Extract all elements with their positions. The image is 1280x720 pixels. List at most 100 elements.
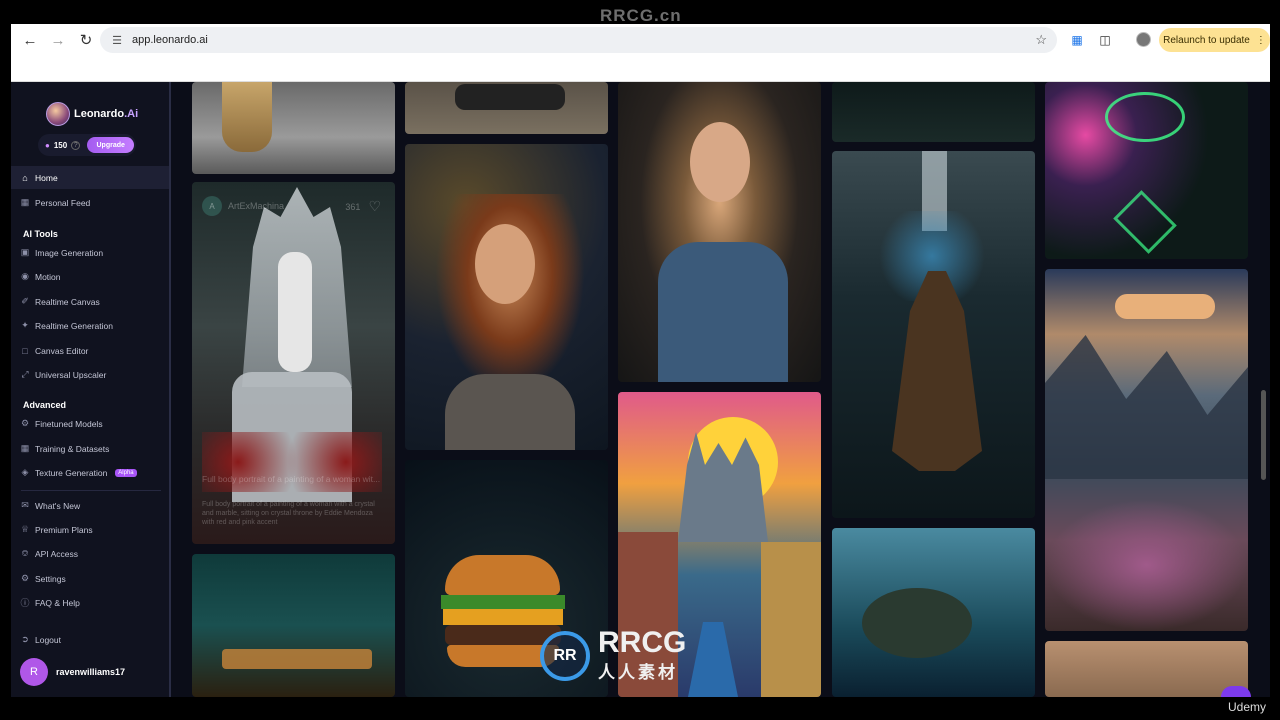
browser-bookmarks-area — [11, 56, 1270, 82]
texture-icon: ◈ — [21, 467, 29, 477]
gallery-image-woman-sparkles[interactable] — [405, 144, 608, 450]
udemy-watermark: Udemy — [1228, 700, 1267, 714]
upgrade-button[interactable]: Upgrade — [87, 137, 135, 153]
nav-label: Training & Datasets — [35, 443, 110, 454]
page-scrollbar[interactable] — [1261, 390, 1266, 480]
card-likes[interactable]: 361 ♡ — [345, 198, 381, 215]
avatar: R — [20, 658, 48, 686]
nav-label: What's New — [35, 500, 81, 511]
nav-api-access[interactable]: ⎊ API Access — [11, 542, 169, 565]
nav-premium-plans[interactable]: ♕ Premium Plans — [11, 518, 169, 541]
relaunch-label: Relaunch to update — [1163, 34, 1250, 46]
watermark-logo-text: RRCG — [598, 626, 687, 659]
canvas-icon: □ — [22, 345, 28, 356]
browser-toolbar: ← → ↻ ☰ app.leonardo.ai ☆ ▦ ◫ Relaunch t… — [11, 24, 1270, 56]
bookmark-star-icon[interactable]: ☆ — [1035, 32, 1047, 48]
nav-personal-feed[interactable]: ▦ Personal Feed — [11, 191, 169, 214]
nav-training-datasets[interactable]: ▦ Training & Datasets — [11, 437, 169, 460]
grid-icon: ▦ — [20, 197, 30, 207]
author-name: ArtExMachina — [228, 201, 285, 211]
profile-avatar[interactable] — [1136, 32, 1151, 47]
dataset-icon: ▦ — [20, 443, 30, 453]
author-avatar: A — [202, 196, 222, 216]
site-info-icon[interactable]: ☰ — [110, 33, 124, 47]
card-caption-body: Full body portrait of a painting of a wo… — [202, 501, 375, 526]
nav-label: Motion — [35, 271, 61, 282]
gallery-image-steampunk-walker[interactable] — [832, 151, 1035, 518]
nav-universal-upscaler[interactable]: ⤢ Universal Upscaler — [11, 363, 169, 386]
nav-realtime-generation[interactable]: ✦ Realtime Generation — [11, 314, 169, 337]
help-icon[interactable]: ? — [71, 140, 81, 150]
nav-logout[interactable]: ➲ Logout — [11, 628, 169, 651]
chat-support-icon[interactable] — [1221, 686, 1251, 697]
brand-name-suffix: .Ai — [124, 108, 139, 120]
nav-label: Universal Upscaler — [35, 369, 107, 380]
nav-label: Canvas Editor — [35, 345, 89, 356]
like-count: 361 — [345, 201, 361, 212]
card-caption-title: Full body portrait of a painting of a wo… — [202, 474, 381, 484]
nav-label: Realtime Canvas — [35, 296, 100, 307]
address-bar[interactable]: ☰ app.leonardo.ai ☆ — [100, 27, 1057, 53]
nav-image-generation[interactable]: ▣ Image Generation — [11, 241, 169, 264]
nav-texture-generation[interactable]: ◈ Texture Generation Alpha — [11, 461, 169, 484]
forward-icon[interactable]: → — [45, 27, 71, 53]
nav-finetuned-models[interactable]: ⚙ Finetuned Models — [11, 412, 169, 435]
brand[interactable]: Leonardo.Ai — [46, 102, 138, 126]
puzzle-icon[interactable]: ◫ — [1097, 32, 1113, 48]
help-icon: ⓘ — [20, 598, 30, 608]
video-frame-right — [1270, 24, 1280, 697]
nav-label: Settings — [35, 573, 66, 584]
user-profile[interactable]: R ravenwilliams17 — [20, 658, 125, 686]
gallery-image-smiling-woman-denim[interactable] — [618, 82, 821, 382]
upscale-icon: ⤢ — [21, 369, 29, 379]
nav-label: FAQ & Help — [35, 597, 80, 608]
watermark-logo-sub: 人人素材 — [598, 663, 678, 682]
nav-label: Premium Plans — [35, 524, 93, 535]
home-icon: ⌂ — [22, 172, 28, 183]
gallery-image-dark-forest[interactable] — [832, 82, 1035, 142]
nav-label: Logout — [35, 634, 61, 645]
gallery-image-woman-grey-sweater[interactable] — [192, 82, 395, 174]
gallery-image-bread[interactable] — [1045, 641, 1248, 697]
crown-icon: ♕ — [20, 524, 30, 534]
nav-label: Finetuned Models — [35, 418, 103, 429]
gallery-image-glowing-demon[interactable] — [1045, 82, 1248, 259]
nav-label: Home — [35, 172, 58, 183]
model-icon: ⚙ — [20, 418, 30, 428]
nav-settings[interactable]: ⚙ Settings — [11, 567, 169, 590]
leonardo-app: A ArtExMachina 361 ♡ Full body portrait … — [11, 82, 1270, 697]
nav-faq-help[interactable]: ⓘ FAQ & Help — [11, 591, 169, 614]
gallery-image-mountain-valley[interactable] — [1045, 269, 1248, 631]
nav-canvas-editor[interactable]: □ Canvas Editor — [11, 339, 169, 362]
gallery-card-featured-ice-queen[interactable]: A ArtExMachina 361 ♡ Full body portrait … — [192, 182, 395, 544]
card-author[interactable]: A ArtExMachina — [202, 196, 284, 216]
image-icon: ▣ — [20, 247, 30, 257]
api-icon: ⎊ — [21, 548, 29, 558]
video-frame-left — [0, 24, 11, 697]
reload-icon[interactable]: ↻ — [73, 27, 99, 53]
extension-icon[interactable]: ▦ — [1069, 32, 1085, 48]
video-frame-bottom — [0, 697, 1280, 720]
watermark-top: RRCG.cn — [600, 6, 682, 25]
sidebar: Leonardo.Ai ● 150 ? Upgrade ⌂ Home ▦ Per… — [11, 82, 171, 697]
gallery-image-chess[interactable] — [192, 554, 395, 697]
relaunch-button[interactable]: Relaunch to update ⋮ — [1159, 28, 1270, 52]
brand-name-text: Leonardo — [74, 108, 125, 120]
nav-realtime-canvas[interactable]: ✐ Realtime Canvas — [11, 290, 169, 313]
logout-icon: ➲ — [21, 634, 29, 644]
heart-icon[interactable]: ♡ — [368, 198, 381, 215]
nav-whats-new[interactable]: ✉ What's New — [11, 494, 169, 517]
credits-pill: ● 150 ? Upgrade — [38, 134, 136, 156]
nav-home[interactable]: ⌂ Home — [11, 166, 169, 189]
brand-name: Leonardo.Ai — [74, 108, 138, 120]
nav-motion[interactable]: ◉ Motion — [11, 265, 169, 288]
menu-icon: ⋮ — [1255, 34, 1266, 46]
credit-count: 150 — [53, 140, 68, 150]
back-icon[interactable]: ← — [17, 27, 43, 53]
gear-icon: ⚙ — [20, 573, 30, 583]
watermark-logo-mark: RR — [540, 630, 590, 681]
gallery-image-shoes[interactable] — [405, 82, 608, 134]
url-text: app.leonardo.ai — [132, 34, 208, 46]
alpha-badge: Alpha — [115, 468, 137, 477]
gallery-image-underwater-sub[interactable] — [832, 528, 1035, 697]
